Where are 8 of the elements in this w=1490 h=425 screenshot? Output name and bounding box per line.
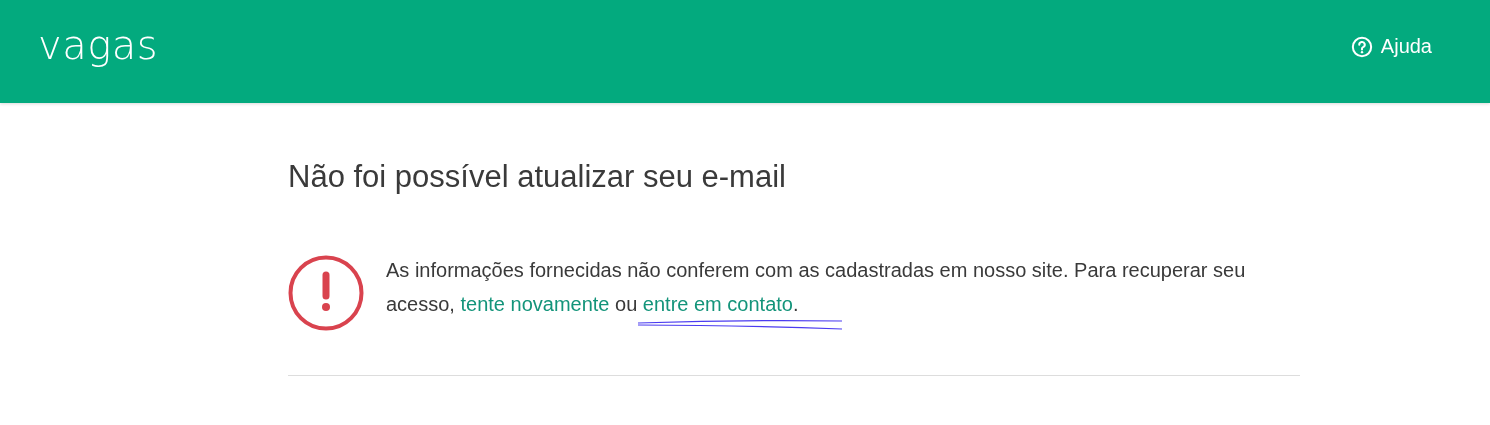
help-link[interactable]: Ajuda <box>1350 35 1432 58</box>
help-icon <box>1350 35 1373 58</box>
page-title: Não foi possível atualizar seu e-mail <box>288 158 787 196</box>
message-link[interactable]: entre em contato <box>642 293 793 315</box>
message-link[interactable]: tente novamente <box>460 293 610 315</box>
logo[interactable]: vagas <box>38 21 159 68</box>
error-message: As informações fornecidas não conferem com as cadastradas em nosso site. Para recuperar seu acesso, tente novamente ou entre em contato. <box>386 253 1266 321</box>
alert-icon <box>288 255 364 331</box>
